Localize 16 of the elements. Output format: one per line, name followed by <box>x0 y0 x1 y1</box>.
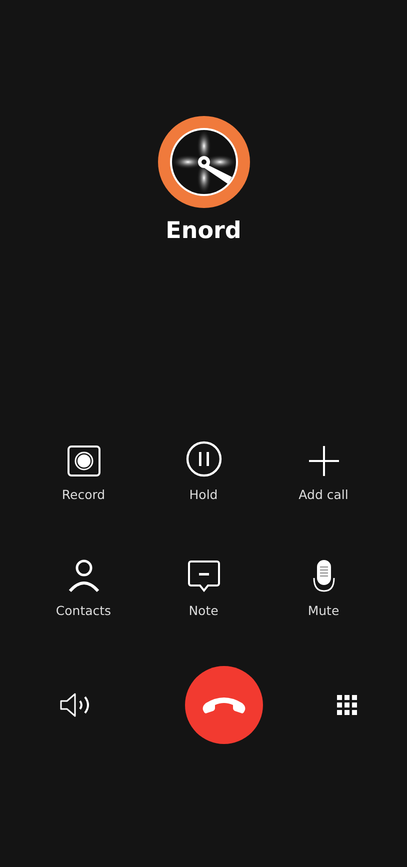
contacts-button[interactable]: Contacts <box>24 542 144 618</box>
pause-icon <box>186 441 222 477</box>
mute-button[interactable]: Mute <box>264 542 384 618</box>
note-button[interactable]: Note <box>144 542 264 618</box>
record-icon <box>66 445 100 477</box>
plus-icon <box>308 445 340 477</box>
hold-button[interactable]: Hold <box>144 426 264 502</box>
speaker-icon <box>60 693 92 717</box>
add-button[interactable]: Add call <box>264 426 384 502</box>
microphone-icon <box>312 559 336 593</box>
note-icon <box>188 560 220 593</box>
keypad-icon <box>337 695 357 715</box>
record-button[interactable]: Record <box>24 426 144 502</box>
caller-name: Enord <box>166 218 242 244</box>
keypad-button[interactable] <box>335 693 359 717</box>
person-icon <box>68 559 100 593</box>
